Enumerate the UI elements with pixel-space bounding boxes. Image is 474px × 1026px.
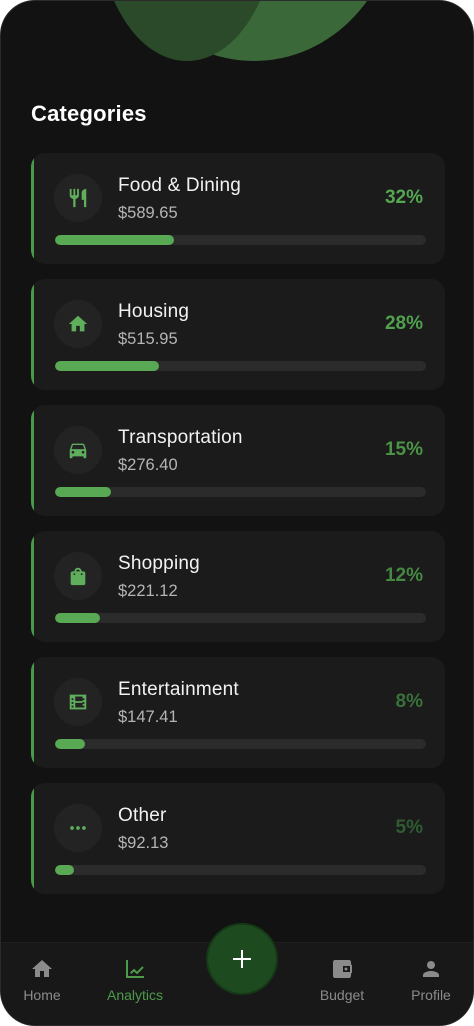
progress-fill (55, 865, 74, 875)
progress-fill (55, 613, 100, 623)
category-name: Food & Dining (118, 175, 242, 196)
home-icon (54, 300, 102, 348)
category-amount: $276.40 (118, 456, 178, 474)
progress-track (55, 235, 426, 245)
category-card-other[interactable]: Other $92.13 5% (31, 783, 445, 894)
category-name: Other (118, 805, 167, 826)
add-transaction-button[interactable] (208, 925, 276, 993)
home-icon (32, 960, 52, 977)
category-percent: 28% (384, 313, 423, 334)
nav-home-label: Home (23, 987, 61, 1003)
utensils-icon (54, 174, 102, 222)
progress-fill (55, 235, 174, 245)
progress-track (55, 739, 426, 749)
category-amount: $515.95 (118, 330, 178, 348)
phone-screen: Categories Food & Dining $589.65 32% Hou… (1, 1, 473, 1025)
progress-track (55, 865, 426, 875)
category-percent: 8% (395, 691, 423, 712)
car-icon (54, 426, 102, 474)
category-amount: $589.65 (118, 204, 178, 222)
nav-home[interactable]: Home (1, 957, 87, 1003)
category-name: Housing (118, 301, 190, 322)
category-card-housing[interactable]: Housing $515.95 28% (31, 279, 445, 390)
category-amount: $147.41 (118, 708, 178, 726)
progress-track (55, 487, 426, 497)
shopping-bag-icon (54, 552, 102, 600)
nav-analytics-label: Analytics (106, 987, 164, 1003)
category-percent: 15% (384, 439, 423, 460)
wallet-icon (333, 960, 352, 978)
progress-fill (55, 739, 85, 749)
nav-analytics[interactable]: Analytics (90, 957, 180, 1003)
nav-profile[interactable]: Profile (386, 957, 473, 1003)
category-name: Entertainment (118, 679, 239, 700)
film-icon (54, 678, 102, 726)
category-card-entertainment[interactable]: Entertainment $147.41 8% (31, 657, 445, 768)
card-accent-bar (31, 405, 34, 516)
user-icon (423, 961, 439, 977)
card-accent-bar (31, 783, 34, 894)
nav-budget[interactable]: Budget (297, 957, 387, 1003)
category-percent: 12% (384, 565, 423, 586)
card-accent-bar (31, 531, 34, 642)
progress-track (55, 613, 426, 623)
category-card-shopping[interactable]: Shopping $221.12 12% (31, 531, 445, 642)
category-percent: 32% (384, 187, 423, 208)
category-percent: 5% (395, 817, 423, 838)
category-amount: $221.12 (118, 582, 178, 600)
category-name: Transportation (118, 427, 243, 448)
section-title: Categories (31, 101, 147, 126)
plus-icon (233, 950, 251, 968)
line-chart-icon (126, 960, 144, 978)
category-amount: $92.13 (118, 834, 169, 852)
card-accent-bar (31, 657, 34, 768)
more-dots-icon (54, 804, 102, 852)
category-name: Shopping (118, 553, 200, 574)
category-list: Food & Dining $589.65 32% Housing $515.9… (31, 153, 445, 909)
progress-fill (55, 487, 111, 497)
nav-profile-label: Profile (411, 987, 451, 1003)
category-card-transportation[interactable]: Transportation $276.40 15% (31, 405, 445, 516)
card-accent-bar (31, 153, 34, 264)
card-accent-bar (31, 279, 34, 390)
category-card-food[interactable]: Food & Dining $589.65 32% (31, 153, 445, 264)
progress-fill (55, 361, 159, 371)
progress-track (55, 361, 426, 371)
nav-budget-label: Budget (319, 987, 365, 1003)
